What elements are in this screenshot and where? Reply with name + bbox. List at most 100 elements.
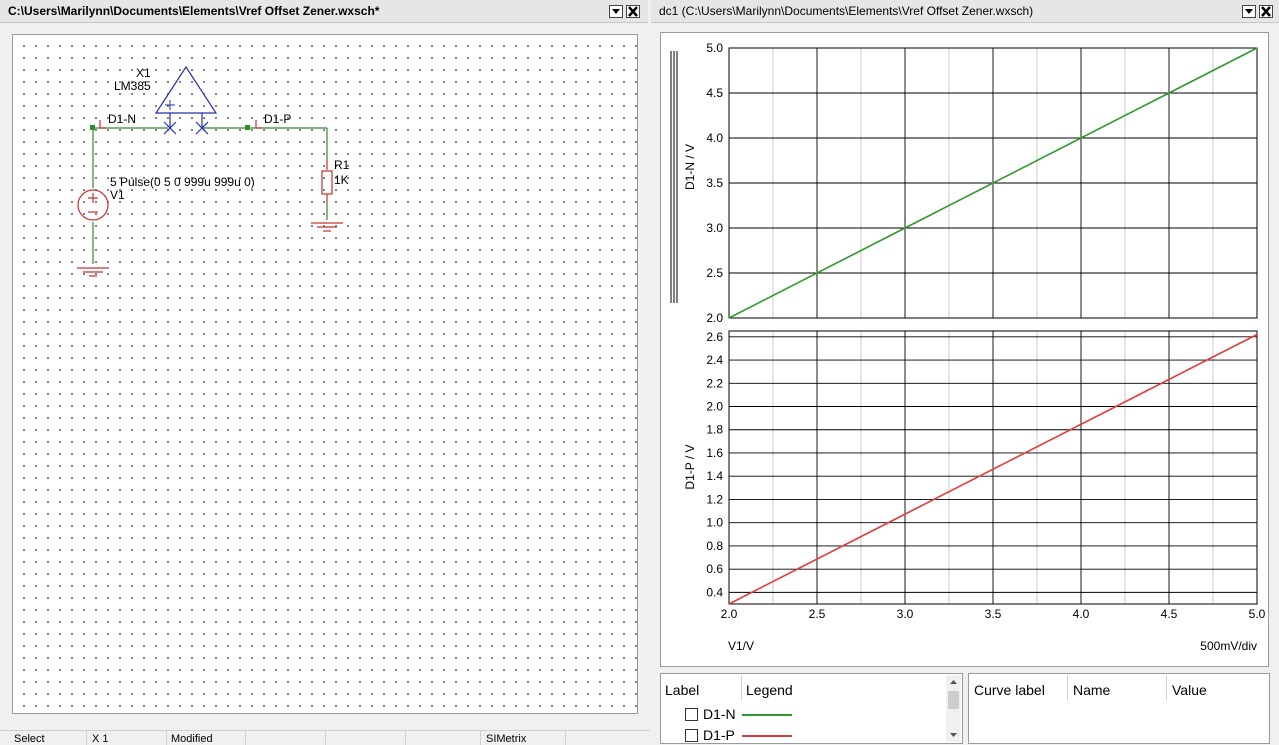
y-tick-label: 4.5	[706, 86, 723, 100]
legend-header-label: Label	[665, 682, 700, 698]
header-separator	[1166, 676, 1167, 700]
top-y-axis-label: D1-N / V	[683, 144, 697, 190]
bottom-y-axis-label: D1-P / V	[683, 444, 697, 489]
graph-title: dc1 (C:\Users\Marilynn\Documents\Element…	[659, 4, 1034, 18]
status-mode: Select	[14, 733, 45, 745]
status-separator	[86, 731, 87, 745]
status-separator	[245, 731, 246, 745]
r1-ref-label: R1	[334, 158, 350, 172]
y-tick-label: 2.6	[706, 330, 723, 344]
chevron-up-icon[interactable]	[946, 677, 961, 687]
y-tick-label: 1.2	[706, 492, 723, 506]
cursor-header-curve-label: Curve label	[974, 682, 1045, 698]
legend-panel: Label Legend D1-N D1-P	[660, 673, 963, 744]
status-app: SIMetrix	[486, 733, 527, 745]
y-tick-label: 1.8	[706, 423, 723, 437]
y-tick-label: 1.6	[706, 446, 723, 460]
legend-checkbox[interactable]	[685, 729, 698, 742]
y-tick-label: 2.0	[706, 311, 723, 325]
r1-symbol[interactable]	[321, 160, 333, 203]
y-tick-label: 4.0	[706, 131, 723, 145]
v1-ref-label: V1	[110, 188, 125, 202]
x-tick-label: 2.5	[809, 607, 826, 621]
x1-ref-label: X1	[136, 66, 151, 80]
y-tick-label: 2.4	[706, 353, 723, 367]
ground-symbol	[311, 222, 343, 232]
status-separator	[405, 731, 406, 745]
x-axis-label: V1/V	[728, 639, 754, 653]
chevron-down-icon	[1245, 9, 1253, 14]
schematic-window: C:\Users\Marilynn\Documents\Elements\Vre…	[0, 0, 648, 730]
status-separator	[480, 731, 481, 745]
probe-n-label: D1-N	[108, 112, 136, 126]
v1-symbol[interactable]	[77, 189, 109, 221]
x-tick-label: 3.0	[897, 607, 914, 621]
legend-row-d1-p[interactable]: D1-P	[683, 727, 943, 743]
cursor-header-name: Name	[1073, 682, 1111, 698]
status-selection: X 1	[92, 733, 109, 745]
y-tick-label: 0.4	[706, 585, 723, 599]
y-tick-label: 0.8	[706, 539, 723, 553]
schematic-title-bar: C:\Users\Marilynn\Documents\Elements\Vre…	[0, 0, 648, 23]
ground-symbol	[77, 267, 109, 277]
schematic-close-button[interactable]	[626, 5, 640, 18]
schematic-menu-button[interactable]	[609, 5, 623, 18]
y-tick-label: 3.0	[706, 221, 723, 235]
legend-row-d1-n[interactable]: D1-N	[683, 706, 943, 724]
status-separator	[565, 731, 566, 745]
x1-symbol[interactable]	[154, 65, 218, 135]
legend-swatch	[742, 735, 792, 737]
legend-checkbox[interactable]	[685, 708, 698, 721]
status-separator	[166, 731, 167, 745]
status-bar: Select X 1 Modified SIMetrix	[0, 730, 650, 745]
header-separator	[741, 676, 742, 700]
junction-dot	[245, 125, 250, 130]
y-tick-label: 2.2	[706, 376, 723, 390]
probe-p-marker[interactable]	[255, 120, 262, 129]
v1-value-label: 5 Pulse(0 5 0 999u 999u 0)	[110, 175, 255, 189]
chevron-down-icon	[612, 9, 620, 14]
graph-close-button[interactable]	[1259, 5, 1273, 18]
legend-header-legend: Legend	[746, 682, 793, 698]
schematic-canvas[interactable]: X1 LM385 D1-N D1-P R1 1K 5 Pulse(0 5 0 9…	[12, 34, 638, 714]
legend-row-label: D1-P	[703, 727, 735, 743]
wires	[92, 127, 328, 264]
x-tick-label: 4.5	[1161, 607, 1178, 621]
y-tick-label: 1.0	[706, 516, 723, 530]
y-tick-label: 0.6	[706, 562, 723, 576]
probe-p-label: D1-P	[264, 112, 291, 126]
junction-dot	[90, 125, 95, 130]
close-icon	[1261, 6, 1271, 17]
cursor-panel: Curve label Name Value	[968, 673, 1270, 744]
chevron-down-icon[interactable]	[946, 730, 961, 740]
x-tick-label: 5.0	[1249, 607, 1266, 621]
header-separator	[1067, 676, 1068, 700]
status-separator	[325, 731, 326, 745]
status-modified: Modified	[171, 733, 213, 745]
legend-scrollbar[interactable]	[946, 675, 961, 742]
probe-n-marker[interactable]	[99, 120, 106, 129]
r1-value-label: 1K	[334, 173, 349, 187]
legend-row-label: D1-N	[703, 706, 736, 722]
legend-swatch	[742, 714, 792, 716]
graph-plot-area[interactable]: D1-N / V D1-P / V V1/V 500mV/div 5.0 4.5 4…	[660, 32, 1269, 667]
cursor-header-value: Value	[1172, 682, 1207, 698]
schematic-drawing: X1 LM385 D1-N D1-P R1 1K 5 Pulse(0 5 0 9…	[77, 65, 350, 277]
x1-model-label: LM385	[114, 79, 151, 93]
x-tick-label: 2.0	[721, 607, 738, 621]
close-icon	[628, 6, 638, 17]
graph-menu-button[interactable]	[1242, 5, 1256, 18]
y-tick-label: 5.0	[706, 41, 723, 55]
y-tick-label: 2.0	[706, 400, 723, 414]
y-tick-label: 3.5	[706, 176, 723, 190]
graph-title-bar: dc1 (C:\Users\Marilynn\Documents\Element…	[651, 0, 1279, 23]
schematic-title: C:\Users\Marilynn\Documents\Elements\Vre…	[8, 4, 380, 18]
graph-window: dc1 (C:\Users\Marilynn\Documents\Element…	[651, 0, 1279, 744]
x-tick-label: 4.0	[1073, 607, 1090, 621]
x-div-label: 500mV/div	[1200, 639, 1257, 653]
graph-chart: D1-N / V D1-P / V V1/V 500mV/div 5.0 4.5 4…	[670, 41, 1266, 653]
y-tick-label: 2.5	[706, 266, 723, 280]
y-tick-label: 1.4	[706, 469, 723, 483]
scrollbar-thumb[interactable]	[948, 691, 959, 709]
x-tick-label: 3.5	[985, 607, 1002, 621]
